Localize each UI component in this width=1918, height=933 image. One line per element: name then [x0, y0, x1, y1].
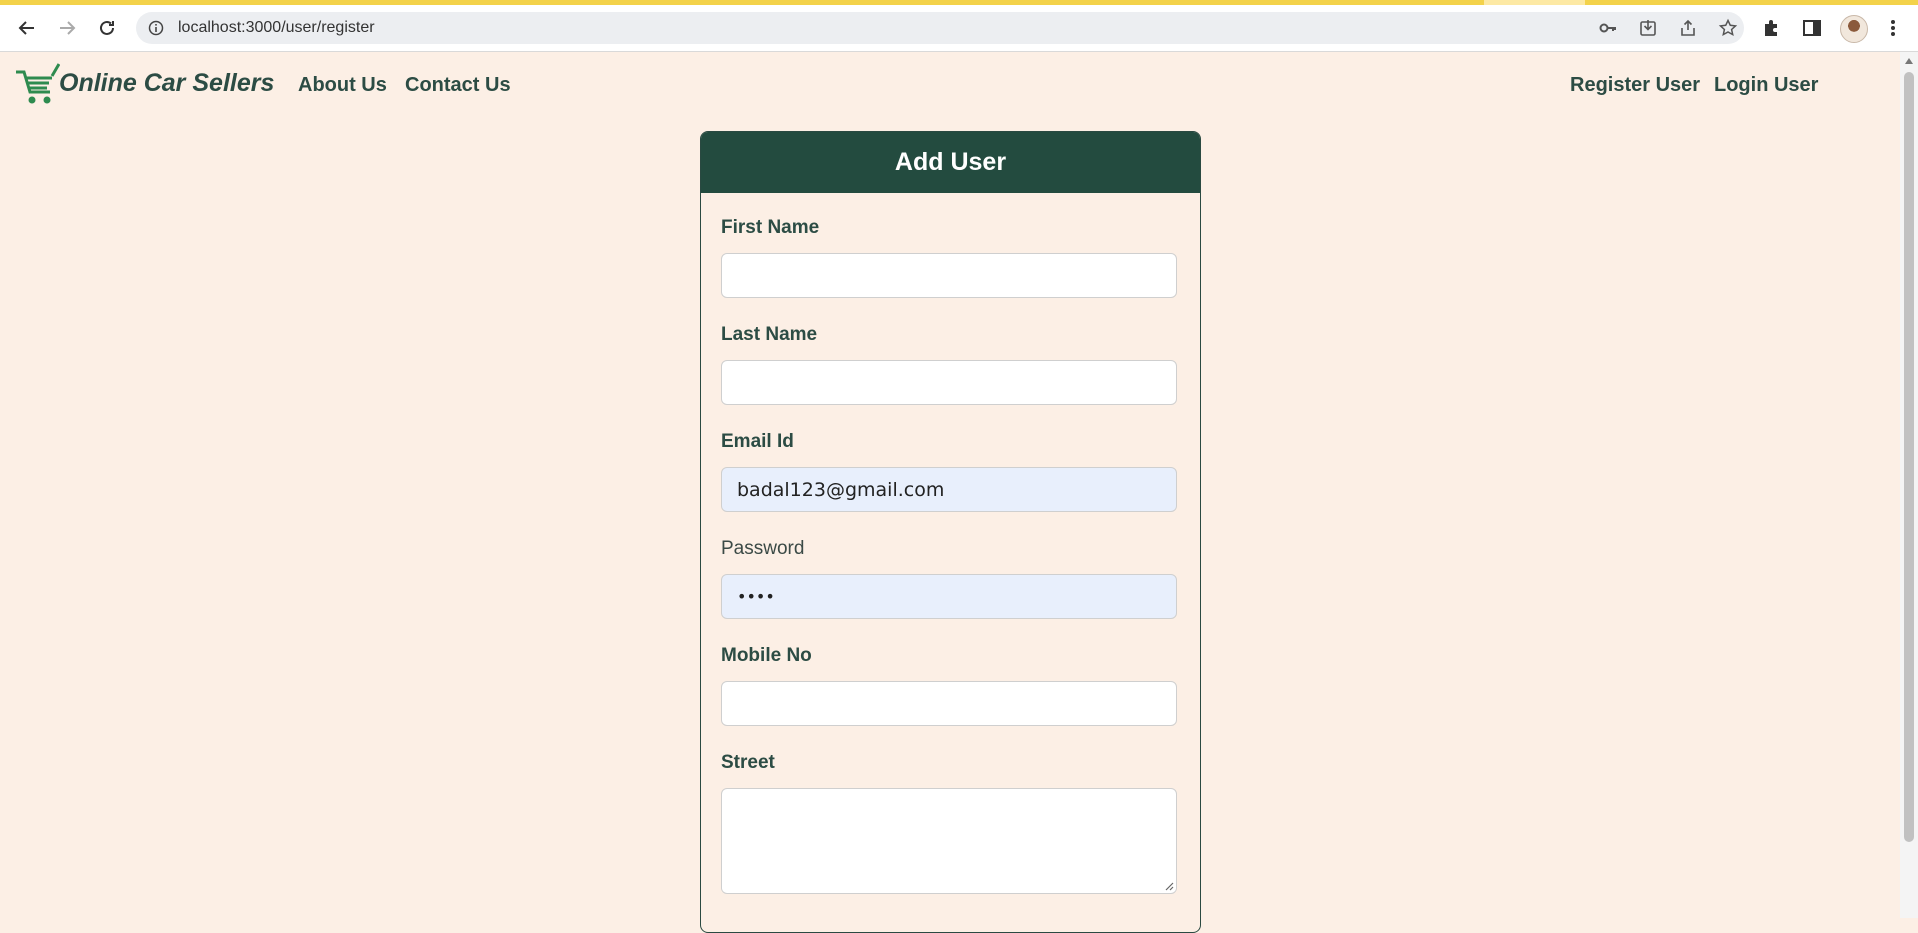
last-name-input[interactable] — [721, 360, 1177, 405]
sidebar-icon[interactable] — [1801, 17, 1823, 39]
nav-link-about-us[interactable]: About Us — [298, 74, 387, 97]
password-input[interactable]: •••• — [721, 574, 1177, 619]
mobile-no-input[interactable] — [721, 681, 1177, 726]
nav-link-login-user[interactable]: Login User — [1714, 74, 1818, 97]
browser-toolbar: localhost:3000/user/register — [0, 5, 1918, 52]
nav-link-contact-us[interactable]: Contact Us — [405, 74, 511, 97]
star-icon[interactable] — [1718, 18, 1738, 38]
share-icon[interactable] — [1678, 18, 1698, 38]
back-arrow-icon[interactable] — [12, 13, 42, 43]
reload-icon[interactable] — [92, 13, 122, 43]
street-label: Street — [721, 752, 775, 773]
first-name-input[interactable] — [721, 253, 1177, 298]
address-bar[interactable]: localhost:3000/user/register — [136, 12, 1744, 44]
scroll-up-arrow-icon[interactable] — [1905, 58, 1913, 64]
street-textarea[interactable] — [721, 788, 1177, 894]
last-name-label: Last Name — [721, 324, 818, 345]
email-input[interactable]: badal123@gmail.com — [721, 467, 1177, 512]
page-scrollbar[interactable] — [1900, 52, 1918, 918]
add-user-card: Add User First Name Last Name Email Id b… — [700, 131, 1201, 933]
brand-name[interactable]: Online Car Sellers — [59, 69, 274, 98]
nav-link-register-user[interactable]: Register User — [1570, 74, 1700, 97]
scrollbar-thumb[interactable] — [1904, 72, 1914, 842]
first-name-label: First Name — [721, 217, 820, 238]
url-text[interactable]: localhost:3000/user/register — [178, 19, 375, 37]
forward-arrow-icon[interactable] — [52, 13, 82, 43]
password-label: Password — [721, 538, 805, 559]
site-navbar: Online Car Sellers About Us Contact Us R… — [0, 52, 1900, 122]
info-icon[interactable] — [148, 20, 164, 36]
key-icon[interactable] — [1598, 18, 1618, 38]
kebab-menu-icon[interactable] — [1882, 17, 1904, 39]
puzzle-icon[interactable] — [1761, 17, 1783, 39]
mobile-no-label: Mobile No — [721, 645, 812, 666]
cart-logo-icon[interactable] — [14, 62, 60, 108]
card-title: Add User — [701, 132, 1200, 193]
resize-grip-icon[interactable] — [1164, 881, 1174, 891]
avatar[interactable] — [1840, 15, 1868, 43]
install-icon[interactable] — [1638, 18, 1658, 38]
email-label: Email Id — [721, 431, 794, 452]
